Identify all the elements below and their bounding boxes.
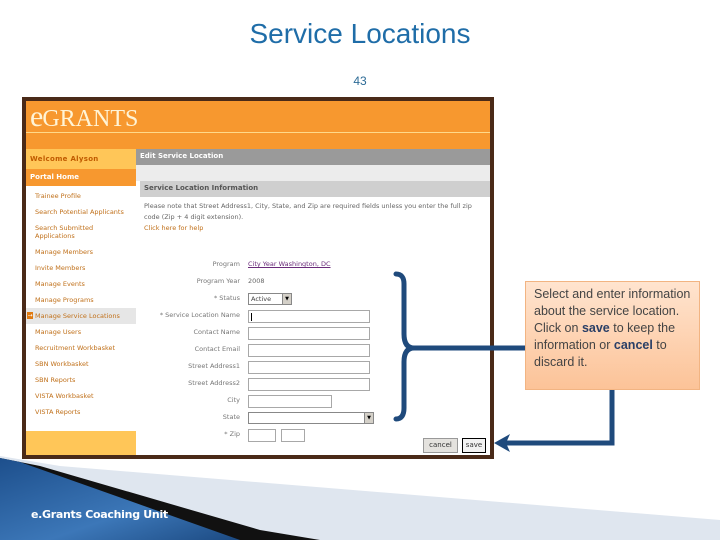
sidebar-item-label: Manage Users: [35, 328, 82, 336]
city-row: City: [136, 393, 490, 410]
instruction-callout: Select and enter information about the s…: [525, 281, 700, 390]
contact-name-row: Contact Name: [136, 325, 490, 342]
sidebar-item[interactable]: Trainee Profile: [26, 188, 136, 204]
street-address1-label: Street Address1: [188, 362, 240, 370]
nav-strip: [26, 133, 490, 149]
street-address1-input[interactable]: [248, 361, 370, 374]
sidebar: Welcome Alyson Portal Home Trainee Profi…: [26, 149, 136, 455]
program-year-value: 2008: [248, 277, 265, 285]
chevron-down-icon[interactable]: ▼: [282, 294, 291, 304]
footer-band: [0, 456, 720, 540]
zip-input[interactable]: [248, 429, 276, 442]
welcome-text: Welcome Alyson: [26, 149, 136, 169]
sidebar-item[interactable]: SBN Reports: [26, 372, 136, 388]
sidebar-item[interactable]: VISTA Workbasket: [26, 388, 136, 404]
chevron-down-icon[interactable]: ▼: [364, 413, 373, 423]
footer-text: e.Grants Coaching Unit: [31, 508, 168, 521]
sidebar-item[interactable]: Manage Programs: [26, 292, 136, 308]
sidebar-item-label: Trainee Profile: [35, 192, 81, 200]
sidebar-item-portal-home[interactable]: Portal Home: [26, 169, 136, 186]
sidebar-item[interactable]: SBN Workbasket: [26, 356, 136, 372]
sidebar-item-label: VISTA Reports: [35, 408, 81, 416]
street-address1-row: Street Address1: [136, 359, 490, 376]
contact-name-label: Contact Name: [193, 328, 240, 336]
sidebar-item-label: VISTA Workbasket: [35, 392, 94, 400]
sidebar-item-label: Search Potential Applicants: [35, 208, 124, 216]
city-label: City: [227, 396, 240, 404]
zip-extension-input[interactable]: [281, 429, 305, 442]
street-address2-row: Street Address2: [136, 376, 490, 393]
contact-email-input[interactable]: [248, 344, 370, 357]
sidebar-item[interactable]: Manage Users: [26, 324, 136, 340]
brand-bar: eGRANTS: [26, 101, 490, 135]
sidebar-item[interactable]: Manage Events: [26, 276, 136, 292]
required-fields-notice: Please note that Street Address1, City, …: [144, 202, 472, 221]
sidebar-item[interactable]: Manage Members: [26, 244, 136, 260]
callout-save-keyword: save: [581, 321, 610, 335]
edit-service-location-header: Edit Service Location: [136, 149, 490, 165]
street-address2-label: Street Address2: [188, 379, 240, 387]
service-location-name-row: * Service Location Name: [136, 308, 490, 325]
logo-grants: GRANTS: [42, 106, 139, 132]
active-arrow-icon: →: [27, 312, 33, 319]
sidebar-item-label: Search Submitted: [35, 224, 94, 232]
sidebar-item-label: Applications: [35, 232, 75, 240]
sidebar-item-label: SBN Reports: [35, 376, 76, 384]
status-select[interactable]: Active ▼: [248, 293, 292, 305]
street-address2-input[interactable]: [248, 378, 370, 391]
sidebar-item-label: SBN Workbasket: [35, 360, 89, 368]
state-label: State: [222, 413, 240, 421]
contact-name-input[interactable]: [248, 327, 370, 340]
status-label: * Status: [213, 294, 240, 302]
status-selected-value: Active: [251, 295, 272, 303]
save-arrow-connector: [500, 390, 615, 446]
slide-number: 43: [353, 74, 367, 88]
state-row: State ▼: [136, 410, 490, 427]
main-panel: Edit Service Location Service Location I…: [136, 149, 490, 455]
sidebar-item-label: Recruitment Workbasket: [35, 344, 116, 352]
service-location-name-label: * Service Location Name: [159, 311, 240, 319]
contact-email-row: Contact Email: [136, 342, 490, 359]
spacer-bar: [136, 165, 490, 181]
sidebar-item-label: Manage Members: [35, 248, 94, 256]
sidebar-item[interactable]: Applications: [26, 232, 136, 244]
state-select[interactable]: ▼: [248, 412, 374, 424]
sidebar-item-label: Invite Members: [35, 264, 86, 272]
service-location-name-input[interactable]: [248, 310, 370, 323]
contact-email-label: Contact Email: [194, 345, 240, 353]
egrants-screenshot: eGRANTS Welcome Alyson Portal Home Train…: [22, 97, 494, 459]
program-year-label: Program Year: [196, 277, 240, 285]
program-label: Program: [212, 260, 240, 268]
sidebar-item[interactable]: Recruitment Workbasket: [26, 340, 136, 356]
program-year-row: Program Year 2008: [136, 274, 490, 291]
slide-title: Service Locations: [249, 18, 471, 49]
help-link[interactable]: Click here for help: [144, 223, 490, 233]
sidebar-item[interactable]: Search Submitted: [26, 220, 136, 232]
sidebar-item[interactable]: Search Potential Applicants: [26, 204, 136, 220]
zip-label: * Zip: [224, 430, 240, 438]
status-row: * Status Active ▼: [136, 291, 490, 308]
section-header: Service Location Information: [140, 181, 490, 197]
logo-e: e: [30, 100, 43, 133]
sidebar-item[interactable]: VISTA Reports: [26, 404, 136, 420]
sidebar-item[interactable]: → Manage Service Locations: [26, 308, 136, 324]
program-link[interactable]: City Year Washington, DC: [248, 260, 331, 268]
egrants-logo: eGRANTS: [30, 101, 138, 135]
service-location-form: Program City Year Washington, DC Program…: [136, 257, 490, 444]
sidebar-item-label: Manage Service Locations: [35, 312, 120, 320]
sidebar-item-label: Manage Programs: [35, 296, 94, 304]
sidebar-item[interactable]: Invite Members: [26, 260, 136, 276]
city-input[interactable]: [248, 395, 332, 408]
callout-cancel-keyword: cancel: [613, 338, 653, 352]
program-row: Program City Year Washington, DC: [136, 257, 490, 274]
sidebar-list: Trainee Profile Search Potential Applican…: [26, 186, 136, 420]
sidebar-item-label: Manage Events: [35, 280, 85, 288]
